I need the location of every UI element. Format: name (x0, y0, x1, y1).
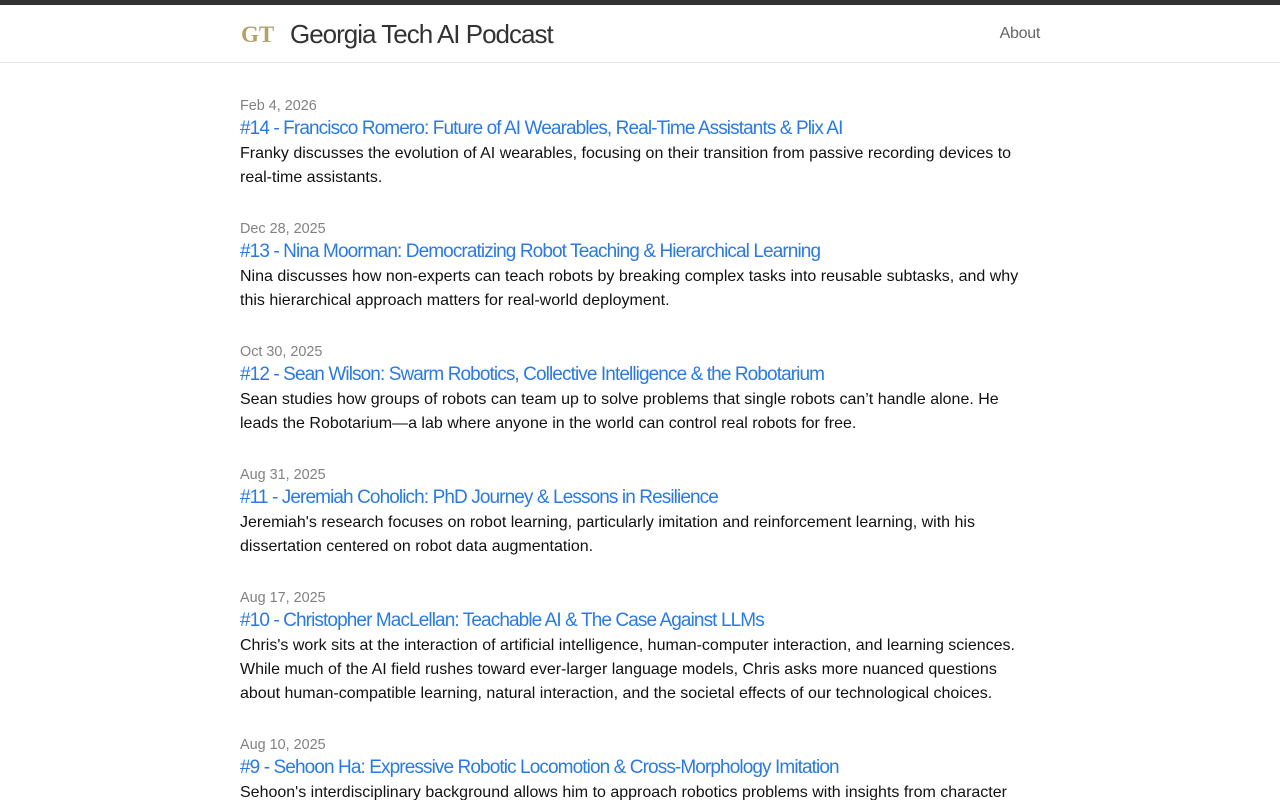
post-date: Oct 30, 2025 (240, 344, 323, 360)
post-item: Dec 28, 2025 #13 - Nina Moorman: Democra… (240, 218, 1040, 313)
site-title: Georgia Tech AI Podcast (290, 18, 554, 49)
post-item: Oct 30, 2025 #12 - Sean Wilson: Swarm Ro… (240, 341, 1040, 436)
post-title-link[interactable]: #14 - Francisco Romero: Future of AI Wea… (240, 117, 1040, 141)
post-date: Aug 17, 2025 (240, 590, 326, 606)
gt-logo-text: GT (241, 22, 274, 47)
post-item: Aug 17, 2025 #10 - Christopher MacLellan… (240, 587, 1040, 706)
post-title-link[interactable]: #11 - Jeremiah Coholich: PhD Journey & L… (240, 486, 1040, 510)
post-title-link[interactable]: #13 - Nina Moorman: Democratizing Robot … (240, 240, 1040, 264)
post-list: Feb 4, 2026 #14 - Francisco Romero: Futu… (240, 63, 1040, 800)
post-title-link[interactable]: #9 - Sehoon Ha: Expressive Robotic Locom… (240, 756, 1040, 780)
post-excerpt: Jeremiah's research focuses on robot lea… (240, 514, 975, 555)
post-excerpt: Sean studies how groups of robots can te… (240, 391, 999, 432)
header-inner: GT Georgia Tech AI Podcast About (240, 5, 1040, 62)
site-header: GT Georgia Tech AI Podcast About (0, 5, 1280, 63)
gt-logo-icon: GT (241, 22, 274, 47)
post-title-link[interactable]: #12 - Sean Wilson: Swarm Robotics, Colle… (240, 363, 1040, 387)
site-home-link[interactable]: GT Georgia Tech AI Podcast (240, 18, 554, 49)
post-excerpt: Sehoon's interdisciplinary background al… (240, 784, 1007, 800)
post-excerpt: Nina discusses how non-experts can teach… (240, 268, 1019, 309)
post-item: Aug 31, 2025 #11 - Jeremiah Coholich: Ph… (240, 464, 1040, 559)
post-date: Aug 10, 2025 (240, 737, 326, 753)
post-excerpt: Franky discusses the evolution of AI wea… (240, 145, 1012, 186)
post-date: Aug 31, 2025 (240, 467, 326, 483)
nav-about-link[interactable]: About (1000, 25, 1041, 43)
post-item: Feb 4, 2026 #14 - Francisco Romero: Futu… (240, 95, 1040, 190)
post-date: Dec 28, 2025 (240, 221, 326, 237)
post-excerpt: Chris's work sits at the interaction of … (240, 637, 1015, 702)
post-item: Aug 10, 2025 #9 - Sehoon Ha: Expressive … (240, 734, 1040, 800)
post-date: Feb 4, 2026 (240, 98, 317, 114)
post-title-link[interactable]: #10 - Christopher MacLellan: Teachable A… (240, 609, 1040, 633)
